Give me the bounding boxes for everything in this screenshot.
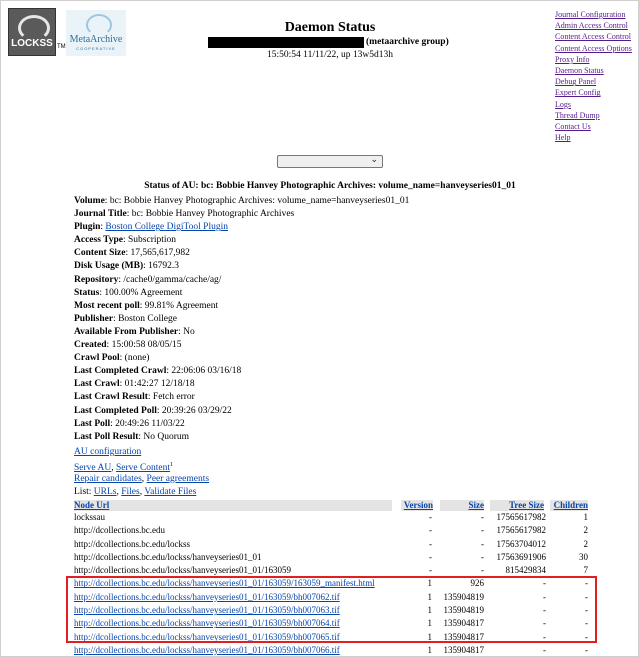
header-version[interactable]: Version	[401, 500, 433, 511]
repair-candidates-link[interactable]: Repair candidates	[74, 474, 142, 484]
prop-status: Status: 100.00% Agreement	[74, 287, 183, 298]
serve-au-link[interactable]: Serve AU	[74, 463, 111, 473]
trademark-mark: TM	[57, 44, 66, 50]
nav-debug-panel[interactable]: Debug Panel	[555, 76, 639, 87]
serve-content-link[interactable]: Serve Content	[116, 463, 170, 473]
list-label: List	[74, 486, 89, 497]
chevron-down-icon: ⌄	[370, 155, 378, 165]
metaarchive-arc-icon	[86, 14, 112, 36]
prop-crawl-pool: Crawl Pool: (none)	[74, 353, 150, 364]
cell-size: -	[481, 551, 484, 562]
metaarchive-logo-name: MetaArchive	[69, 34, 123, 45]
nav-help[interactable]: Help	[555, 132, 639, 143]
au-status-heading: Status of AU: bc: Bobbie Hanvey Photogra…	[144, 181, 516, 191]
cell-tree-size: 17563691906	[496, 551, 547, 562]
au-properties: Volume: bc: Bobbie Hanvey Photographic A…	[74, 195, 494, 444]
cell-tree-size: 17565617982	[496, 525, 547, 536]
lockss-logo[interactable]: LOCKSS	[8, 8, 56, 56]
status-table-select[interactable]: ⌄	[277, 155, 383, 168]
cell-tree-size: 17563704012	[496, 538, 547, 549]
prop-last-completed-crawl: Last Completed Crawl: 22:06:06 03/16/18	[74, 366, 242, 377]
cell-size: -	[481, 538, 484, 549]
prop-repository: Repository: /cache0/gamma/cache/ag/	[74, 274, 222, 285]
cell-size: -	[481, 512, 484, 522]
metaarchive-logo[interactable]: MetaArchive COOPERATIVE	[66, 10, 126, 56]
au-configuration-link[interactable]: AU configuration	[74, 447, 141, 457]
node-url: http://dcollections.bc.edu/lockss	[74, 538, 190, 549]
cell-children: 2	[583, 538, 589, 549]
prop-most-recent-poll: Most recent poll: 99.81% Agreement	[74, 300, 219, 311]
prop-last-poll-result: Last Poll Result: No Quorum	[74, 431, 190, 442]
nav-content-access-options[interactable]: Content Access Options	[555, 43, 639, 54]
uptime-line: 15:50:54 11/11/22, up 13w5d13h	[267, 50, 393, 60]
prop-access-type: Access Type: Subscription	[74, 235, 177, 246]
cell-tree-size: -	[543, 644, 546, 655]
prop-publisher: Publisher: Boston College	[74, 313, 177, 324]
cell-size: 135904817	[443, 644, 485, 655]
list-urls-link[interactable]: URLs	[94, 487, 117, 497]
table-row: lockssau - -17565617982 1	[74, 511, 590, 524]
prop-plugin: Plugin: Boston College DigiTool Plugin	[74, 222, 228, 233]
table-row: http://dcollections.bc.edu/lockss/hanvey…	[74, 644, 590, 657]
node-url: http://dcollections.bc.edu/lockss/hanvey…	[74, 551, 262, 562]
cell-tree-size: 17565617982	[496, 512, 547, 522]
header-node-url[interactable]: Node Url	[74, 500, 392, 511]
prop-volume: Volume: bc: Bobbie Hanvey Photographic A…	[74, 196, 410, 206]
cell-size: -	[481, 525, 484, 536]
nav-expert-config[interactable]: Expert Config	[555, 87, 639, 98]
cell-children: -	[585, 644, 588, 655]
table-row: http://dcollections.bc.edu/lockss - -17563…	[74, 538, 590, 551]
metaarchive-logo-sub: COOPERATIVE	[76, 46, 116, 51]
validate-files-link[interactable]: Validate Files	[144, 487, 196, 497]
prop-last-crawl-result: Last Crawl Result: Fetch error	[74, 392, 195, 403]
node-url: http://dcollections.bc.edu	[74, 525, 165, 536]
admin-nav: Journal Configuration Admin Access Contr…	[555, 9, 639, 143]
nav-admin-access-control[interactable]: Admin Access Control	[555, 20, 639, 31]
cell-children: 30	[579, 551, 588, 562]
nav-thread-dump[interactable]: Thread Dump	[555, 110, 639, 121]
nav-journal-configuration[interactable]: Journal Configuration	[555, 9, 639, 20]
group-label: (metaarchive group)	[366, 37, 449, 47]
prop-last-crawl: Last Crawl: 01:42:27 12/18/18	[74, 379, 195, 390]
nav-contact-us[interactable]: Contact Us	[555, 121, 639, 132]
prop-created: Created: 15:00:58 08/05/15	[74, 340, 182, 351]
header-size[interactable]: Size	[440, 500, 484, 511]
header-tree-size[interactable]: Tree Size	[490, 500, 544, 511]
prop-content-size: Content Size: 17,565,617,982	[74, 248, 190, 259]
prop-last-poll: Last Poll: 20:49:26 11/03/22	[74, 418, 185, 429]
node-url-link[interactable]: http://dcollections.bc.edu/lockss/hanvey…	[74, 644, 340, 657]
lockss-logo-text: LOCKSS	[11, 38, 53, 49]
plugin-link[interactable]: Boston College DigiTool Plugin	[105, 222, 228, 232]
cell-children: 1	[583, 512, 589, 522]
nav-content-access-control[interactable]: Content Access Control	[555, 31, 639, 42]
prop-available-from-publisher: Available From Publisher: No	[74, 326, 195, 337]
nav-proxy-info[interactable]: Proxy Info	[555, 54, 639, 65]
nav-logs[interactable]: Logs	[555, 99, 639, 110]
highlight-annotation-box	[66, 576, 597, 643]
page-title: Daemon Status	[284, 20, 376, 35]
node-table-header: Node Url Version Size Tree Size Children	[74, 500, 590, 511]
table-row: http://dcollections.bc.edu/lockss/hanvey…	[74, 551, 590, 564]
node-url: lockssau	[74, 512, 105, 522]
redacted-hostname	[208, 37, 364, 48]
cell-children: 2	[583, 525, 589, 536]
prop-last-completed-poll: Last Completed Poll: 20:39:26 03/29/22	[74, 405, 232, 416]
prop-disk-usage: Disk Usage (MB): 16792.3	[74, 261, 180, 272]
prop-journal-title: Journal Title: bc: Bobbie Hanvey Photogr…	[74, 209, 295, 220]
peer-agreements-link[interactable]: Peer agreements	[147, 474, 210, 484]
au-actions: AU configuration Serve AU, Serve Content…	[74, 447, 210, 497]
header-children[interactable]: Children	[550, 500, 588, 511]
table-row: http://dcollections.bc.edu - -17565617982 2	[74, 524, 590, 537]
nav-daemon-status[interactable]: Daemon Status	[555, 65, 639, 76]
serve-content-footnote: 1	[170, 462, 174, 469]
list-files-link[interactable]: Files	[121, 487, 139, 497]
